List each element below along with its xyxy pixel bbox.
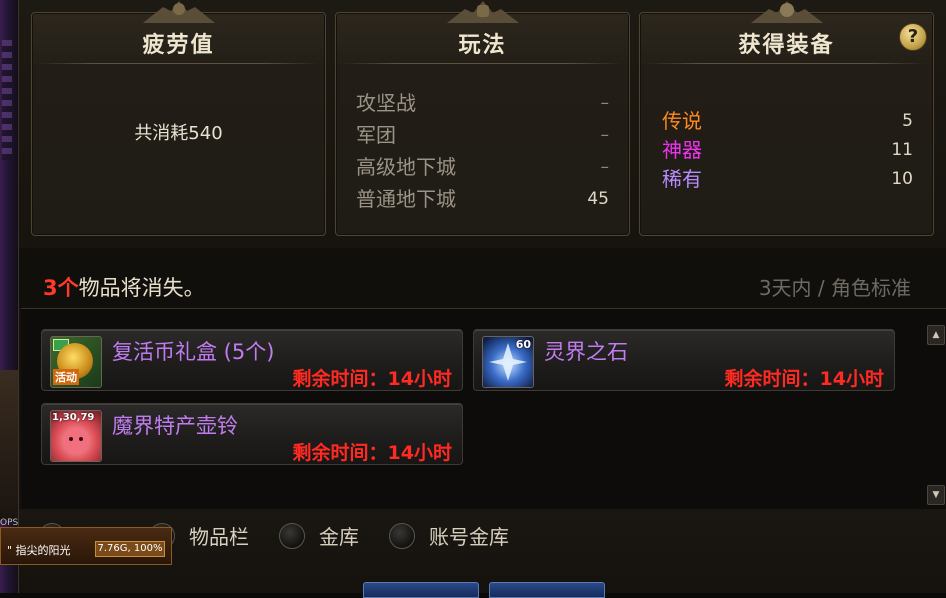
equipment-row-legendary: 传说 5 <box>662 107 913 136</box>
radio-icon[interactable] <box>389 522 415 549</box>
mode-name: 高级地下城 <box>356 155 456 179</box>
mode-row-legion: 军团 – <box>356 119 609 151</box>
item-event-tag: 活动 <box>53 369 79 385</box>
expiring-items-title: 3个物品将消失。 <box>43 272 205 302</box>
expiring-hint: 3天内 / 角色标准 <box>758 276 911 300</box>
item-name: 灵界之石 <box>544 340 628 364</box>
item-remaining-time: 剩余时间：14小时 <box>292 442 452 464</box>
mode-value: 45 <box>587 189 609 209</box>
mode-name: 军团 <box>356 123 396 147</box>
equipment-count: 10 <box>891 169 913 189</box>
item-level: 1,30,79 <box>52 412 95 423</box>
background-game-strip <box>0 0 20 593</box>
scroll-down-icon[interactable]: ▼ <box>927 485 945 505</box>
filter-account-vault[interactable]: 账号金库 <box>389 521 509 550</box>
list-item[interactable]: 60 灵界之石 剩余时间：14小时 <box>473 329 895 391</box>
equipment-panel: 获得装备 ? 传说 5 神器 11 稀有 10 <box>639 1 934 236</box>
fatigue-consumed: 共消耗540 <box>134 123 223 144</box>
mode-row-siege: 攻坚战 – <box>356 87 609 119</box>
item-name: 复活币礼盒 (5个) <box>112 340 275 364</box>
item-remaining-time: 剩余时间：14小时 <box>724 368 884 390</box>
fatigue-panel: 疲劳值 共消耗540 <box>31 1 326 236</box>
demon-kettlebell-icon: 1,30,79 <box>50 410 102 462</box>
expiring-count: 3个 <box>43 276 79 300</box>
filter-label: 账号金库 <box>429 525 509 549</box>
equipment-list: 传说 5 神器 11 稀有 10 <box>662 107 913 194</box>
mode-row-advanced-dungeon: 高级地下城 – <box>356 151 609 183</box>
mode-name: 普通地下城 <box>356 187 456 211</box>
filter-label: 物品栏 <box>189 525 249 549</box>
fatigue-title: 疲劳值 <box>32 27 325 64</box>
player-name: " 指尖的阳光 <box>7 544 71 557</box>
mode-name: 攻坚战 <box>356 91 416 115</box>
equipment-grade: 传说 <box>662 109 702 133</box>
mode-value: – <box>600 157 610 177</box>
panel-ornament-icon <box>446 1 519 23</box>
help-icon[interactable]: ? <box>899 23 927 51</box>
items-scrollbar[interactable]: ▲ ▼ <box>927 325 945 505</box>
dungeon-summary-window: 疲劳值 共消耗540 玩法 攻坚战 – 军团 – 高级地下城 – 普通地下城 4… <box>18 0 946 598</box>
equipment-grade: 神器 <box>662 138 702 162</box>
revive-coin-box-icon: 活动 <box>50 336 102 388</box>
bottom-action-button[interactable] <box>363 582 479 598</box>
expiring-items-list: 活动 复活币礼盒 (5个) 剩余时间：14小时 60 灵界之石 剩余时间：14小… <box>21 308 946 510</box>
panel-ornament-icon <box>750 1 823 23</box>
expiring-items-header: 3个物品将消失。 3天内 / 角色标准 <box>19 248 946 308</box>
scroll-up-icon[interactable]: ▲ <box>927 325 945 345</box>
mode-value: – <box>600 125 610 145</box>
radio-icon[interactable] <box>279 522 305 549</box>
modes-panel: 玩法 攻坚战 – 军团 – 高级地下城 – 普通地下城 45 <box>335 1 630 236</box>
mode-list: 攻坚战 – 军团 – 高级地下城 – 普通地下城 45 <box>356 87 609 215</box>
item-name: 魔界特产壶铃 <box>112 414 238 438</box>
item-remaining-time: 剩余时间：14小时 <box>292 368 452 390</box>
equipment-title: 获得装备 <box>640 27 933 64</box>
equipment-count: 11 <box>891 140 913 160</box>
summary-panels: 疲劳值 共消耗540 玩法 攻坚战 – 军团 – 高级地下城 – 普通地下城 4… <box>19 0 946 248</box>
mode-row-normal-dungeon: 普通地下城 45 <box>356 183 609 215</box>
item-level: 60 <box>515 338 531 351</box>
filter-label: 金库 <box>319 525 359 549</box>
background-decoration <box>2 40 12 160</box>
modes-title: 玩法 <box>336 27 629 64</box>
equipment-row-rare: 稀有 10 <box>662 165 913 194</box>
filter-vault[interactable]: 金库 <box>279 521 359 550</box>
background-decoration <box>0 370 18 520</box>
player-nameplate: " 指尖的阳光 7.76G, 100% <box>0 527 172 565</box>
equipment-count: 5 <box>902 111 913 131</box>
equipment-grade: 稀有 <box>662 167 702 191</box>
panel-ornament-icon <box>142 1 215 23</box>
spirit-stone-icon: 60 <box>482 336 534 388</box>
ops-label: OPS <box>0 518 19 528</box>
bottom-action-button[interactable] <box>489 582 605 598</box>
list-item[interactable]: 活动 复活币礼盒 (5个) 剩余时间：14小时 <box>41 329 463 391</box>
expiring-label: 物品将消失。 <box>78 276 205 300</box>
player-status: 7.76G, 100% <box>95 541 165 557</box>
mode-value: – <box>600 93 610 113</box>
list-item[interactable]: 1,30,79 魔界特产壶铃 剩余时间：14小时 <box>41 403 463 465</box>
equipment-row-epic: 神器 11 <box>662 136 913 165</box>
